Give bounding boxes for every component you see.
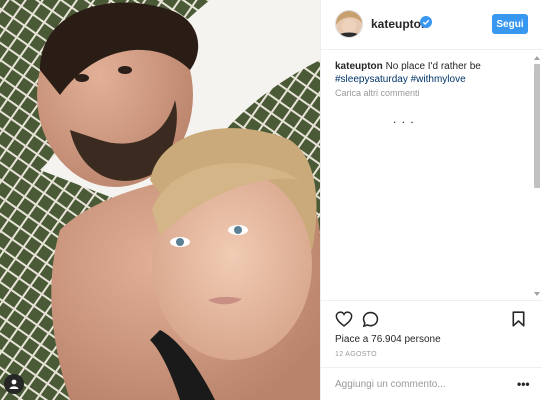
comment-icon[interactable] — [362, 311, 379, 328]
scroll-up-arrow-icon[interactable] — [534, 56, 540, 60]
follow-button[interactable]: Segui — [492, 14, 528, 34]
person-tag-glyph — [9, 379, 19, 389]
avatar-image — [336, 11, 362, 37]
load-more-comments-link[interactable]: Carica altri commenti — [335, 88, 420, 98]
caption-text: No place I'd rather be — [385, 61, 481, 72]
heart-icon[interactable] — [335, 311, 353, 327]
post-photo[interactable] — [0, 0, 320, 400]
add-comment-bar: ••• — [321, 367, 542, 401]
bookmark-icon[interactable] — [512, 311, 525, 327]
caption-username[interactable]: kateupton — [335, 61, 383, 72]
comment-input[interactable] — [335, 377, 505, 391]
scroll-down-arrow-icon[interactable] — [534, 292, 540, 296]
post-actions: Piace a 76.904 persone 12 AGOSTO ••• — [321, 300, 542, 400]
likes-count[interactable]: Piace a 76.904 persone — [335, 334, 441, 345]
more-options-icon[interactable]: ••• — [517, 377, 530, 391]
post-date[interactable]: 12 AGOSTO — [335, 351, 377, 358]
loading-indicator: . . . — [393, 112, 415, 126]
comments-section: kateupton No place I'd rather be #sleepy… — [321, 50, 542, 300]
post-header: kateupton Segui — [321, 0, 542, 50]
verified-badge-icon — [420, 16, 432, 28]
photo-illustration — [0, 0, 320, 400]
hashtag-link[interactable]: #withmylove — [411, 74, 466, 85]
comments-scrollbar[interactable] — [533, 54, 541, 298]
hashtag-link[interactable]: #sleepysaturday — [335, 74, 408, 85]
scrollbar-thumb[interactable] — [534, 64, 540, 188]
post-caption: kateupton No place I'd rather be #sleepy… — [335, 60, 515, 86]
person-tag-icon[interactable] — [4, 374, 24, 394]
post-side-panel: kateupton Segui kateupton No place I'd r… — [320, 0, 542, 400]
avatar[interactable] — [335, 10, 363, 38]
